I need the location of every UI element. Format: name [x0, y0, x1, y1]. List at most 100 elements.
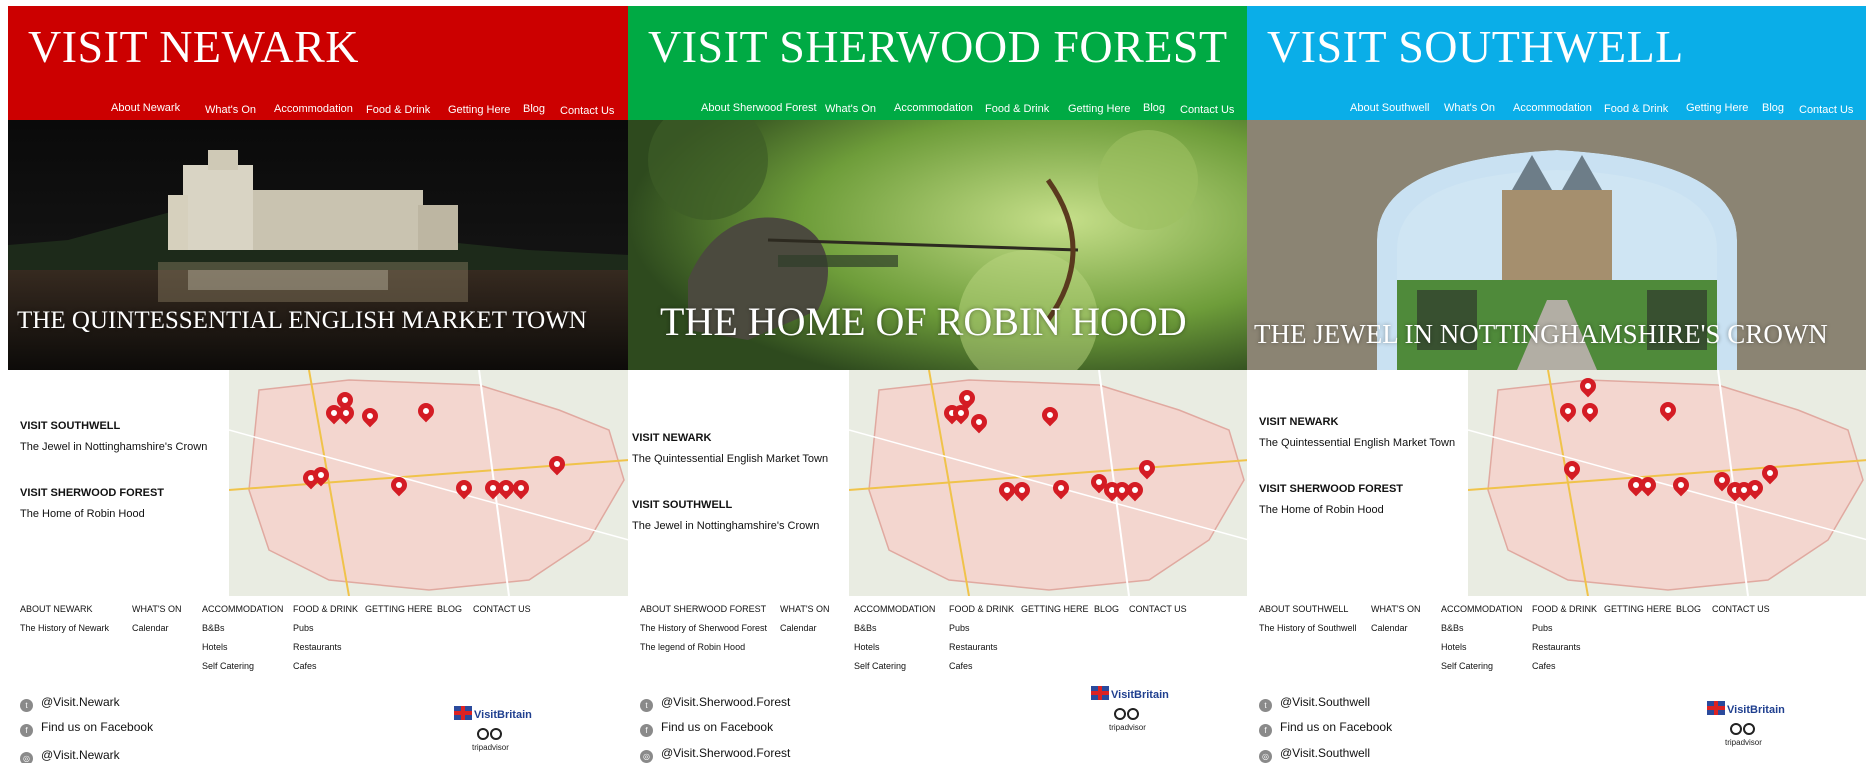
- footer-link[interactable]: B&Bs: [854, 621, 935, 640]
- sister-title-2[interactable]: VISIT SHERWOOD FOREST: [20, 487, 164, 499]
- footer-heading[interactable]: BLOG: [437, 602, 462, 621]
- sister-title-2[interactable]: VISIT SHERWOOD FOREST: [1259, 483, 1403, 495]
- footer-link[interactable]: Calendar: [780, 621, 830, 640]
- footer-link[interactable]: The legend of Robin Hood: [640, 640, 767, 659]
- facebook-icon: f: [1259, 724, 1272, 737]
- instagram-link[interactable]: ◎ @Visit.Southwell: [1259, 745, 1370, 763]
- footer-heading[interactable]: CONTACT US: [1712, 602, 1770, 621]
- nav-contact[interactable]: Contact Us: [1180, 104, 1234, 116]
- footer-heading[interactable]: WHAT'S ON: [132, 602, 182, 621]
- footer-heading[interactable]: CONTACT US: [1129, 602, 1187, 621]
- twitter-link[interactable]: t @Visit.Sherwood.Forest: [640, 694, 790, 712]
- footer-heading[interactable]: ACCOMMODATION: [854, 602, 935, 621]
- nav-whats-on[interactable]: What's On: [825, 103, 876, 115]
- area-map[interactable]: [1468, 370, 1866, 596]
- visitbritain-logo[interactable]: VisitBritain: [454, 706, 532, 721]
- footer-heading[interactable]: WHAT'S ON: [780, 602, 830, 621]
- facebook-link[interactable]: f Find us on Facebook: [1259, 719, 1392, 737]
- nav-about[interactable]: About Newark: [111, 102, 180, 114]
- footer-link[interactable]: Hotels: [1441, 640, 1522, 659]
- tripadvisor-logo[interactable]: tripadvisor: [472, 726, 509, 752]
- footer-link[interactable]: Restaurants: [293, 640, 358, 659]
- footer-link[interactable]: Pubs: [1532, 621, 1597, 640]
- facebook-link[interactable]: f Find us on Facebook: [20, 719, 153, 737]
- footer-heading[interactable]: WHAT'S ON: [1371, 602, 1421, 621]
- nav-getting-here[interactable]: Getting Here: [1686, 102, 1748, 114]
- nav-blog[interactable]: Blog: [523, 103, 545, 115]
- nav-blog[interactable]: Blog: [1143, 102, 1165, 114]
- footer-heading[interactable]: GETTING HERE: [1604, 602, 1672, 621]
- area-map[interactable]: [229, 370, 629, 596]
- footer-link[interactable]: Restaurants: [1532, 640, 1597, 659]
- tripadvisor-logo[interactable]: tripadvisor: [1109, 706, 1146, 732]
- nav-accommodation[interactable]: Accommodation: [894, 102, 973, 114]
- footer-heading[interactable]: BLOG: [1676, 602, 1701, 621]
- footer-link[interactable]: The History of Newark: [20, 621, 109, 640]
- footer-heading[interactable]: ABOUT NEWARK: [20, 602, 109, 621]
- sister-title-1[interactable]: VISIT SOUTHWELL: [20, 420, 120, 432]
- footer-link[interactable]: The History of Sherwood Forest: [640, 621, 767, 640]
- footer-link[interactable]: Cafes: [949, 659, 1014, 678]
- footer-link[interactable]: Self Catering: [854, 659, 935, 678]
- sister-title-1[interactable]: VISIT NEWARK: [632, 432, 711, 444]
- nav-about[interactable]: About Southwell: [1350, 102, 1430, 114]
- footer-link[interactable]: Cafes: [293, 659, 358, 678]
- sister-sub-2: The Home of Robin Hood: [1259, 504, 1384, 516]
- footer-heading[interactable]: ABOUT SOUTHWELL: [1259, 602, 1357, 621]
- footer-heading[interactable]: GETTING HERE: [365, 602, 433, 621]
- footer-link[interactable]: Calendar: [1371, 621, 1421, 640]
- nav-food-drink[interactable]: Food & Drink: [985, 103, 1049, 115]
- facebook-link[interactable]: f Find us on Facebook: [640, 719, 773, 737]
- footer-link[interactable]: Calendar: [132, 621, 182, 640]
- footer-link[interactable]: B&Bs: [1441, 621, 1522, 640]
- footer-heading[interactable]: CONTACT US: [473, 602, 531, 621]
- site-title[interactable]: VISIT SOUTHWELL: [1267, 20, 1684, 73]
- nav-whats-on[interactable]: What's On: [205, 104, 256, 116]
- twitter-link[interactable]: t @Visit.Southwell: [1259, 694, 1370, 712]
- nav-accommodation[interactable]: Accommodation: [274, 103, 353, 115]
- nav-getting-here[interactable]: Getting Here: [448, 104, 510, 116]
- instagram-link[interactable]: ◎ @Visit.Newark: [20, 747, 120, 763]
- footer-heading[interactable]: FOOD & DRINK: [1532, 602, 1597, 621]
- hero-caption: THE HOME OF ROBIN HOOD: [660, 299, 1187, 344]
- union-flag-icon: [1091, 686, 1109, 700]
- visitbritain-logo[interactable]: VisitBritain: [1707, 701, 1785, 716]
- footer-link[interactable]: Hotels: [854, 640, 935, 659]
- footer-heading[interactable]: ACCOMMODATION: [1441, 602, 1522, 621]
- footer-heading[interactable]: ACCOMMODATION: [202, 602, 283, 621]
- sister-title-2[interactable]: VISIT SOUTHWELL: [632, 499, 732, 511]
- footer-link[interactable]: Pubs: [293, 621, 358, 640]
- nav-contact[interactable]: Contact Us: [560, 105, 614, 117]
- nav-food-drink[interactable]: Food & Drink: [1604, 103, 1668, 115]
- footer-link[interactable]: Self Catering: [1441, 659, 1522, 678]
- site-title[interactable]: VISIT NEWARK: [28, 20, 359, 73]
- union-flag-icon: [454, 706, 472, 720]
- footer-heading[interactable]: FOOD & DRINK: [949, 602, 1014, 621]
- nav-contact[interactable]: Contact Us: [1799, 104, 1853, 116]
- footer-link[interactable]: Self Catering: [202, 659, 283, 678]
- nav-about[interactable]: About Sherwood Forest: [701, 102, 817, 114]
- footer-link[interactable]: Cafes: [1532, 659, 1597, 678]
- footer-link[interactable]: The History of Southwell: [1259, 621, 1357, 640]
- footer-link[interactable]: B&Bs: [202, 621, 283, 640]
- footer-heading[interactable]: FOOD & DRINK: [293, 602, 358, 621]
- sister-title-1[interactable]: VISIT NEWARK: [1259, 416, 1338, 428]
- footer-heading[interactable]: ABOUT SHERWOOD FOREST: [640, 602, 767, 621]
- footer-link[interactable]: Pubs: [949, 621, 1014, 640]
- nav-blog[interactable]: Blog: [1762, 102, 1784, 114]
- footer-links: ABOUT SHERWOOD FOREST The History of She…: [628, 596, 1249, 686]
- twitter-link[interactable]: t @Visit.Newark: [20, 694, 120, 712]
- nav-food-drink[interactable]: Food & Drink: [366, 104, 430, 116]
- footer-heading[interactable]: BLOG: [1094, 602, 1119, 621]
- site-title[interactable]: VISIT SHERWOOD FOREST: [648, 20, 1228, 73]
- visitbritain-logo[interactable]: VisitBritain: [1091, 686, 1169, 701]
- nav-whats-on[interactable]: What's On: [1444, 102, 1495, 114]
- footer-link[interactable]: Hotels: [202, 640, 283, 659]
- area-map[interactable]: [849, 370, 1249, 596]
- footer-heading[interactable]: GETTING HERE: [1021, 602, 1089, 621]
- instagram-link[interactable]: ◎ @Visit.Sherwood.Forest: [640, 745, 790, 763]
- nav-accommodation[interactable]: Accommodation: [1513, 102, 1592, 114]
- nav-getting-here[interactable]: Getting Here: [1068, 103, 1130, 115]
- tripadvisor-logo[interactable]: tripadvisor: [1725, 721, 1762, 747]
- footer-link[interactable]: Restaurants: [949, 640, 1014, 659]
